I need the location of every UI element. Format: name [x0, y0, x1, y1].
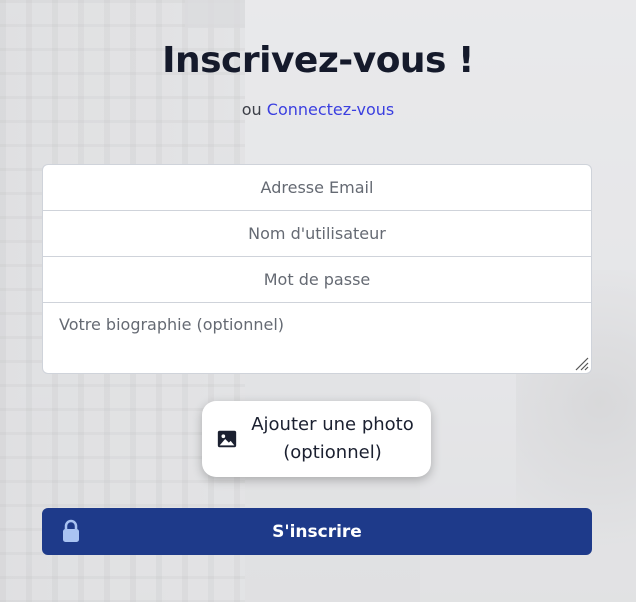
add-photo-label: Ajouter une photo (optionnel): [248, 411, 418, 467]
signup-button[interactable]: S'inscrire: [42, 508, 592, 555]
username-field-wrapper: [42, 210, 592, 257]
add-photo-label-line1: Ajouter une photo: [251, 414, 414, 435]
page-title: Inscrivez-vous !: [162, 40, 474, 81]
username-field[interactable]: [43, 210, 591, 257]
signup-page: Inscrivez-vous ! ou Connectez-vous Adres…: [0, 0, 636, 602]
signup-form: [42, 164, 592, 374]
resize-handle-icon[interactable]: [573, 355, 589, 371]
email-field[interactable]: [43, 164, 591, 211]
add-photo-button[interactable]: Ajouter une photo (optionnel): [202, 401, 431, 477]
subtitle-prefix: ou: [241, 100, 262, 119]
bio-textarea[interactable]: [43, 303, 591, 373]
add-photo-label-line2: (optionnel): [283, 442, 382, 463]
email-field-wrapper: [42, 164, 592, 211]
lock-icon: [63, 519, 79, 542]
subtitle: ou Connectez-vous: [0, 100, 636, 119]
password-field-wrapper: [42, 256, 592, 303]
signup-button-label: S'inscrire: [272, 521, 362, 542]
image-icon: [217, 430, 236, 448]
bio-field-wrapper: [42, 302, 592, 374]
password-field[interactable]: [43, 256, 591, 303]
login-link[interactable]: Connectez-vous: [267, 100, 394, 119]
